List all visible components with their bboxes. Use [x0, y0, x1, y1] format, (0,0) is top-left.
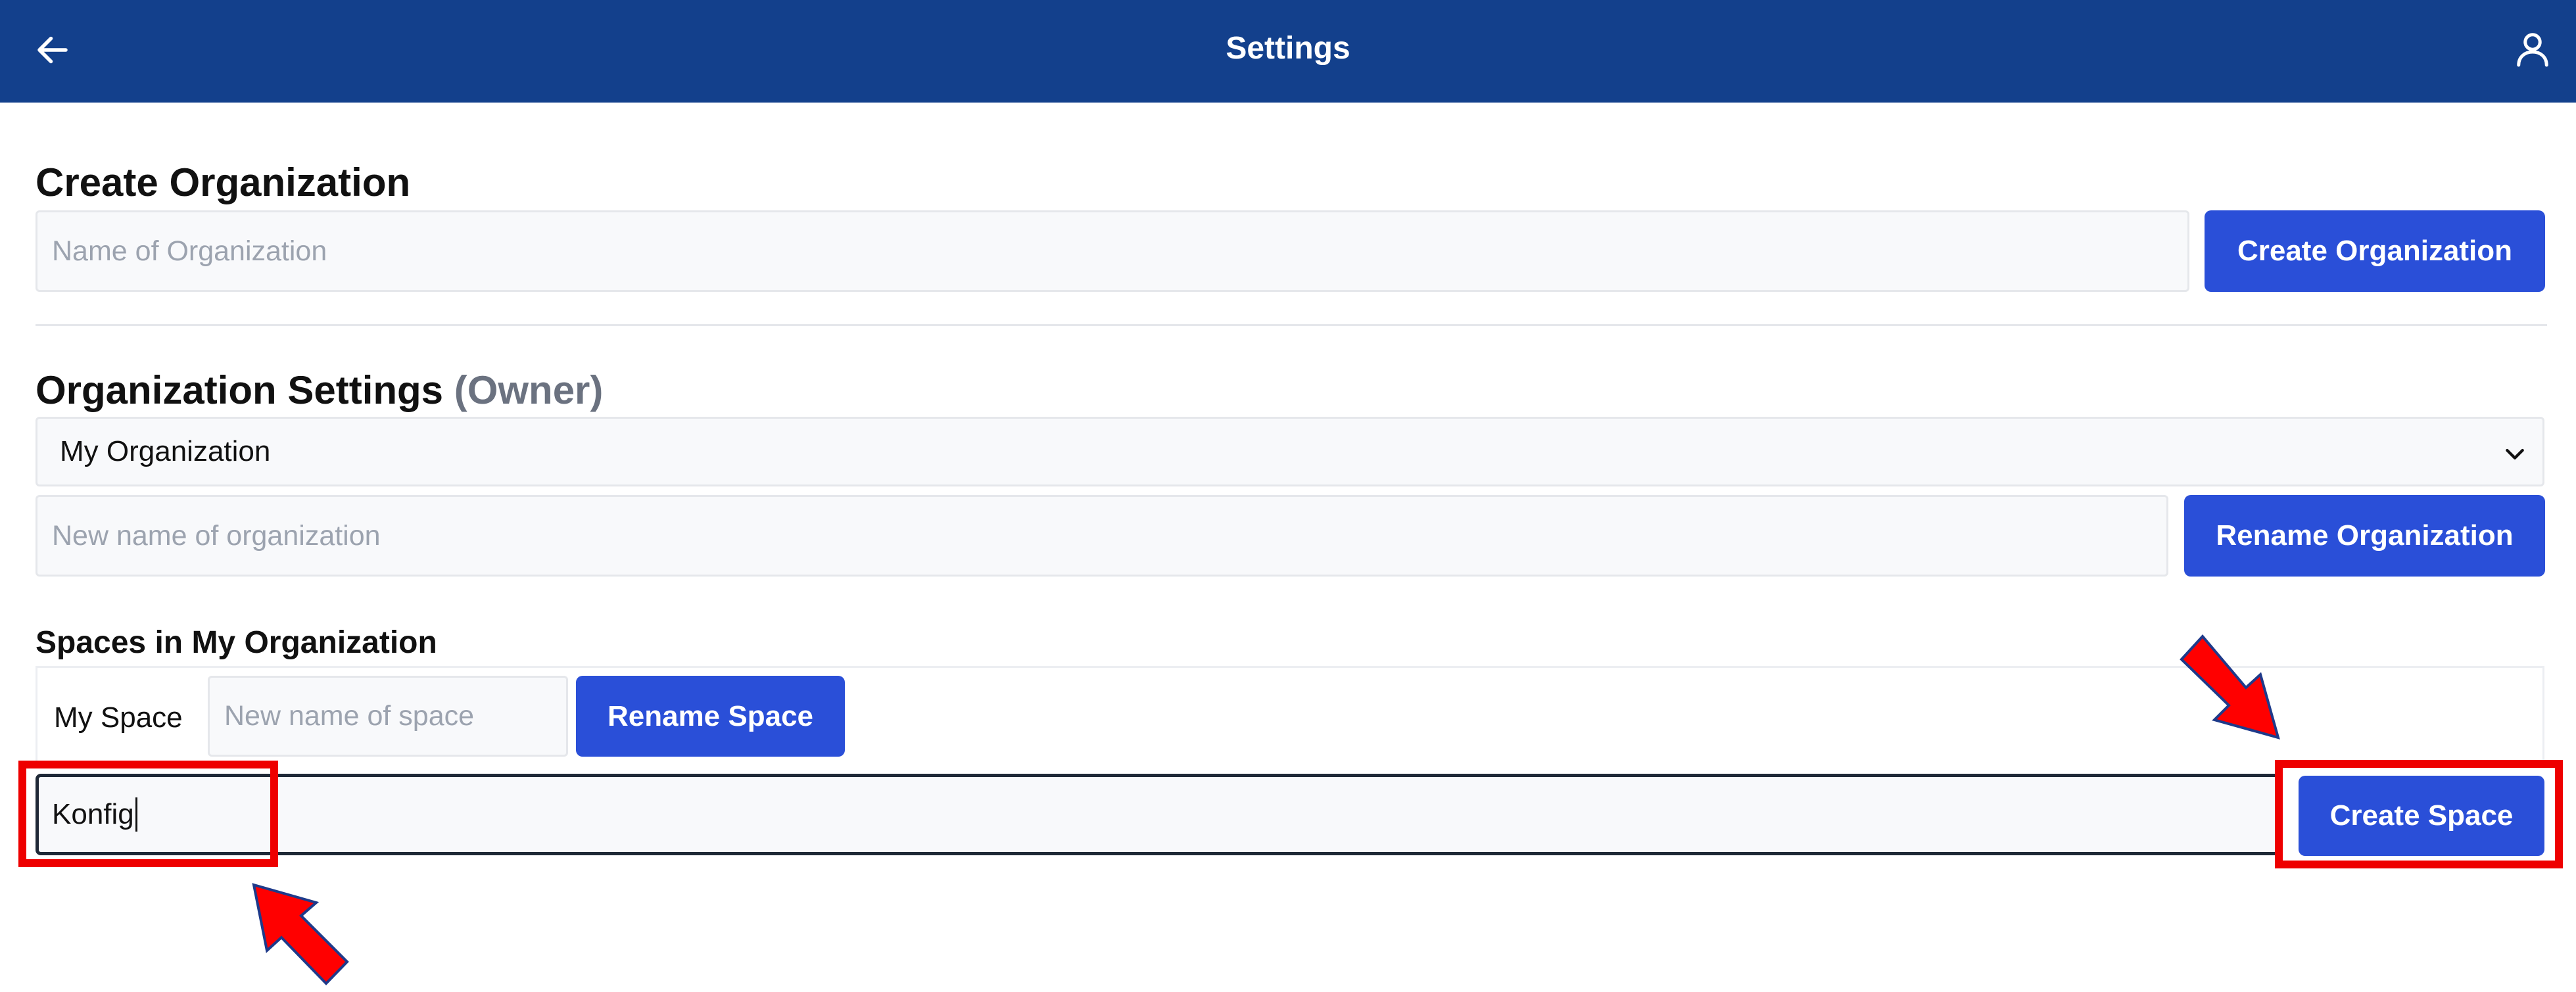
create-organization-button[interactable]: Create Organization	[2205, 210, 2545, 292]
organization-settings-heading: Organization Settings (Owner)	[36, 366, 603, 415]
page-title: Settings	[1226, 31, 1350, 66]
top-app-bar: Settings	[0, 0, 2576, 103]
user-icon[interactable]	[2513, 29, 2552, 68]
role-label: (Owner)	[454, 368, 604, 412]
new-space-input[interactable]: Konfig	[36, 774, 2280, 855]
rename-organization-input[interactable]: New name of organization	[36, 495, 2168, 577]
chevron-down-icon	[2506, 448, 2524, 460]
spaces-heading: Spaces in My Organization	[36, 625, 437, 660]
selected-organization: My Organization	[60, 435, 271, 467]
arrow-down-right-icon	[2180, 634, 2280, 740]
rename-organization-button[interactable]: Rename Organization	[2184, 495, 2545, 577]
organization-settings-label: Organization Settings	[36, 368, 444, 412]
space-name: My Space	[54, 701, 183, 734]
arrow-up-left-icon	[252, 883, 349, 985]
highlight-box-create-space	[2275, 760, 2563, 868]
organization-name-input[interactable]: Name of Organization	[36, 210, 2189, 292]
section-divider	[36, 324, 2547, 326]
organization-select[interactable]: My Organization	[36, 417, 2544, 486]
highlight-box-new-space	[18, 761, 278, 867]
create-organization-heading: Create Organization	[36, 160, 411, 204]
rename-space-input[interactable]: New name of space	[208, 676, 568, 757]
rename-space-button[interactable]: Rename Space	[576, 676, 845, 757]
